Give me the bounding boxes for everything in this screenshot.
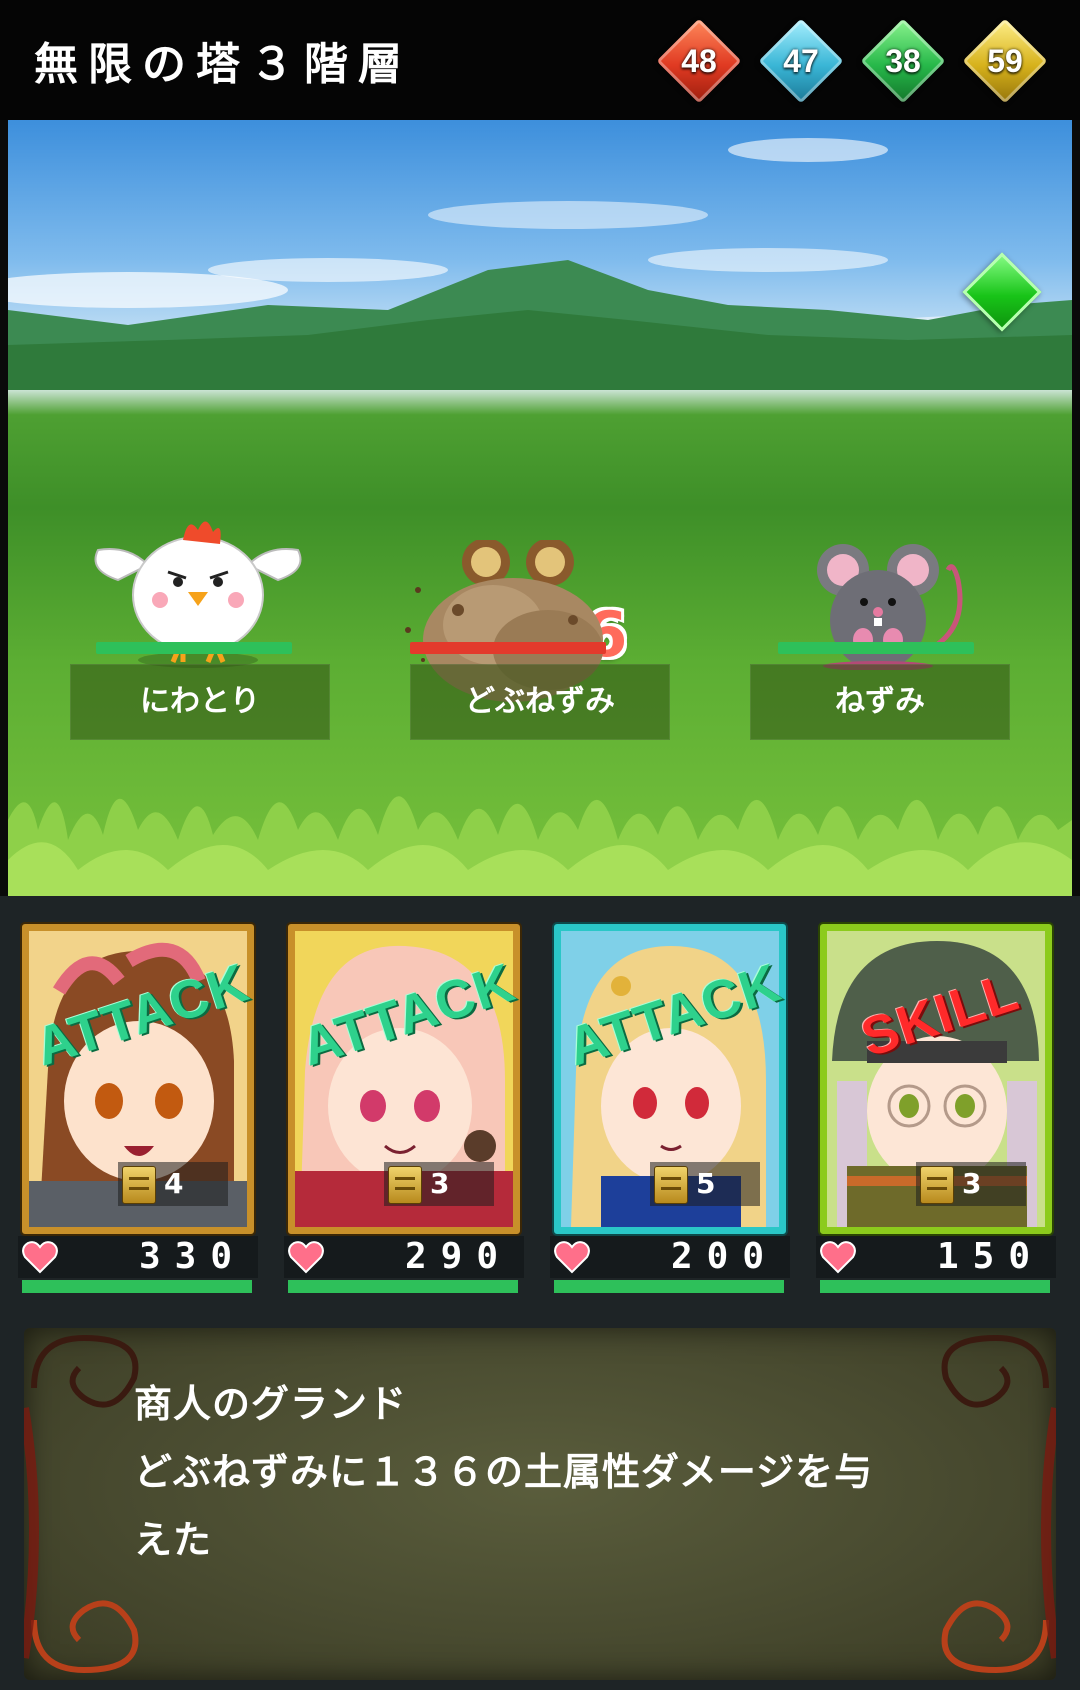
red-gem-counter: 48 — [656, 18, 742, 104]
enemy-sewer-rat-name[interactable]: どぶねずみ — [410, 664, 670, 740]
battle-message-box[interactable]: 商人のグランド どぶねずみに１３６の土属性ダメージを与 えた — [24, 1328, 1056, 1680]
party-member-3-hp-bar — [554, 1280, 784, 1293]
skill-book-icon — [654, 1166, 688, 1204]
heart-icon — [820, 1241, 856, 1274]
enemy-mouse-hp-bar — [778, 642, 974, 654]
battle-field[interactable]: 136 にわとり — [8, 120, 1072, 896]
skill-book-icon — [388, 1166, 422, 1204]
skill-book-icon — [920, 1166, 954, 1204]
green-gem-count: 38 — [885, 43, 921, 79]
party-member-4-hp-row: 150 — [816, 1236, 1056, 1278]
party-member-1-cost: 4 — [118, 1162, 228, 1206]
enemy-sewer-rat-hp-bar — [410, 642, 606, 654]
message-speaker: 商人のグランド — [134, 1382, 408, 1426]
mountain-range — [8, 260, 1072, 390]
party-member-1-card[interactable]: ATTACK 4 — [22, 924, 256, 1234]
message-text: 商人のグランド どぶねずみに１３６の土属性ダメージを与 えた — [134, 1370, 1014, 1574]
party-member-1-hp-row: 330 — [18, 1236, 258, 1278]
heart-icon — [288, 1241, 324, 1274]
top-bar: 無限の塔３階層 48 47 38 59 — [0, 0, 1080, 120]
green-gem-counter: 38 — [860, 18, 946, 104]
party-member-3-hp: 200 — [670, 1236, 778, 1277]
blue-gem-counter: 47 — [758, 18, 844, 104]
green-element-gem-icon[interactable] — [962, 252, 1042, 332]
party-member-1-hp: 330 — [138, 1236, 246, 1277]
party-member-1-hp-bar — [22, 1280, 252, 1293]
grass-foreground — [8, 796, 1072, 896]
party-member-2-cost: 3 — [384, 1162, 494, 1206]
red-gem-count: 48 — [681, 43, 717, 79]
yellow-gem-count: 59 — [987, 43, 1023, 79]
party-member-4-cost: 3 — [916, 1162, 1026, 1206]
skill-book-icon — [122, 1166, 156, 1204]
party-member-4-card[interactable]: SKILL 3 — [820, 924, 1052, 1234]
party-member-2-hp: 290 — [404, 1236, 512, 1277]
yellow-gem-counter: 59 — [962, 18, 1048, 104]
floor-title: 無限の塔３階層 — [34, 39, 412, 90]
enemy-mouse-name[interactable]: ねずみ — [750, 664, 1010, 740]
party-member-3-cost: 5 — [650, 1162, 760, 1206]
party-member-4-hp-bar — [820, 1280, 1050, 1293]
heart-icon — [22, 1241, 58, 1274]
message-line-1: どぶねずみに１３６の土属性ダメージを与 — [134, 1450, 874, 1494]
party-member-4-hp: 150 — [936, 1236, 1044, 1277]
enemy-chicken-hp-bar — [96, 642, 292, 654]
enemy-chicken-name[interactable]: にわとり — [70, 664, 330, 740]
party-member-2-hp-bar — [288, 1280, 518, 1293]
party-member-3-card[interactable]: ATTACK 5 — [554, 924, 788, 1234]
party-member-3-hp-row: 200 — [550, 1236, 790, 1278]
message-line-2: えた — [134, 1518, 213, 1562]
blue-gem-count: 47 — [783, 43, 819, 79]
heart-icon — [554, 1241, 590, 1274]
party-member-2-hp-row: 290 — [284, 1236, 524, 1278]
party-member-2-card[interactable]: ATTACK 3 — [288, 924, 522, 1234]
